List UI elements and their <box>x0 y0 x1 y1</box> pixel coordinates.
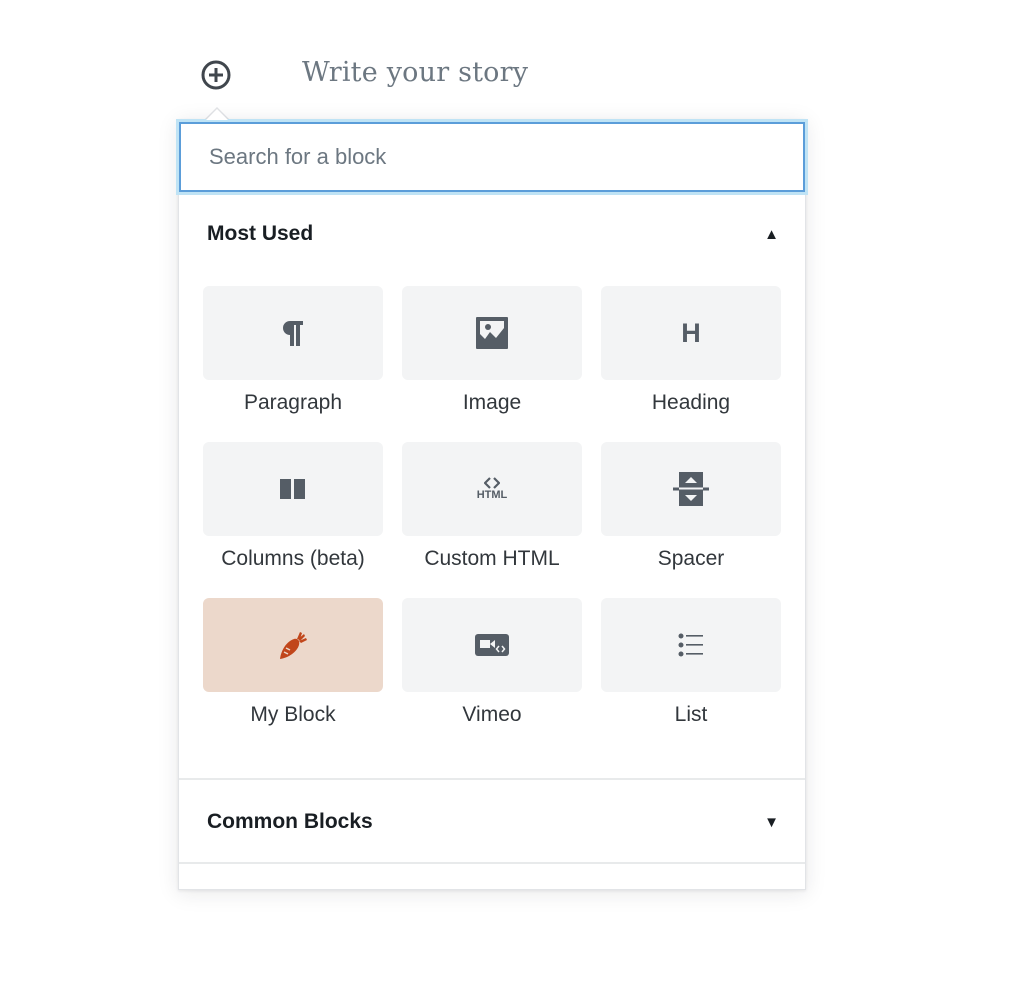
block-label: Spacer <box>657 547 725 570</box>
block-tile: H <box>601 286 781 380</box>
columns-icon <box>280 479 305 499</box>
block-item-heading[interactable]: H Heading <box>601 286 781 442</box>
heading-icon: H <box>681 317 701 348</box>
section-divider <box>179 778 805 780</box>
block-item-spacer[interactable]: Spacer <box>601 442 781 598</box>
block-label: Custom HTML <box>424 547 560 570</box>
block-search-input[interactable] <box>179 122 805 192</box>
block-item-custom-html[interactable]: HTML Custom HTML <box>402 442 582 598</box>
video-embed-icon <box>475 634 509 656</box>
block-item-my-block[interactable]: My Block <box>203 598 383 754</box>
popover-arrow-inner <box>206 109 228 120</box>
list-icon <box>678 633 703 657</box>
block-grid: Paragraph Image H Heading Columns (beta)… <box>203 286 787 754</box>
section-title: Common Blocks <box>207 810 373 833</box>
spacer-icon <box>673 472 709 506</box>
block-label: My Block <box>250 703 336 726</box>
block-label: Paragraph <box>243 391 343 414</box>
code-brackets-icon <box>483 477 500 489</box>
html-icon-text: HTML <box>476 489 508 501</box>
block-label: List <box>674 703 708 726</box>
block-tile <box>203 598 383 692</box>
paragraph-icon <box>283 321 303 346</box>
block-label: Vimeo <box>462 703 522 726</box>
carrot-icon <box>280 632 307 659</box>
inserter-toggle-button[interactable] <box>199 58 233 92</box>
block-tile <box>402 598 582 692</box>
caret-down-icon: ▼ <box>764 813 779 831</box>
search-container <box>179 122 805 192</box>
section-toggle-most-used[interactable]: Most Used ▲ <box>179 204 805 264</box>
block-inserter-popover: Most Used ▲ Paragraph Image <box>178 119 806 890</box>
block-tile <box>601 442 781 536</box>
block-tile <box>402 286 582 380</box>
section-divider <box>179 862 805 864</box>
block-item-image[interactable]: Image <box>402 286 582 442</box>
title-placeholder[interactable]: Write your story <box>302 57 528 88</box>
block-label: Image <box>462 391 522 414</box>
block-tile <box>203 442 383 536</box>
block-tile <box>601 598 781 692</box>
block-label: Columns (beta) <box>221 547 365 570</box>
html-icon: HTML <box>476 477 508 501</box>
section-title: Most Used <box>207 222 314 245</box>
block-tile: HTML <box>402 442 582 536</box>
block-label: Heading <box>651 391 731 414</box>
section-toggle-common-blocks[interactable]: Common Blocks ▼ <box>179 792 805 852</box>
block-item-columns[interactable]: Columns (beta) <box>203 442 383 598</box>
image-icon <box>476 317 508 349</box>
plus-circle-icon <box>201 60 231 90</box>
block-tile <box>203 286 383 380</box>
block-item-vimeo[interactable]: Vimeo <box>402 598 582 754</box>
caret-up-icon: ▲ <box>764 225 779 243</box>
block-item-paragraph[interactable]: Paragraph <box>203 286 383 442</box>
block-item-list[interactable]: List <box>601 598 781 754</box>
